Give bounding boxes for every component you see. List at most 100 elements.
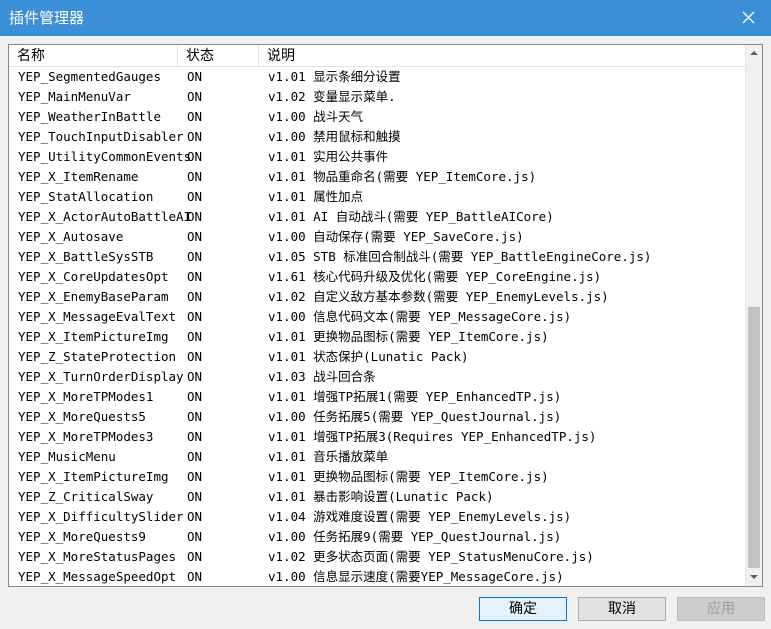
table-row[interactable]: YEP_X_EnemyBaseParam ON v1.02 自定义敌方基本参数(需要… [9, 287, 747, 307]
plugin-description: v1.00 信息显示速度(需要YEP_MessageCore.js) [268, 569, 564, 584]
plugin-name: YEP_X_MoreTPModes1 [18, 389, 154, 404]
table-row[interactable]: YEP_Z_CriticalSway ON v1.01 暴击影响设置(Lunatic… [9, 487, 747, 507]
plugin-status: ON [187, 509, 203, 524]
plugin-description: v1.01 增强TP拓展1(需要 YEP_EnhancedTP.js) [268, 389, 562, 404]
plugin-name: YEP_UtilityCommonEvents [18, 149, 192, 164]
plugin-status: ON [187, 529, 203, 544]
cancel-button[interactable]: 取消 [578, 597, 666, 621]
plugin-status: ON [187, 209, 203, 224]
scroll-up-button[interactable] [746, 45, 762, 62]
plugin-description: v1.00 任务拓展9(需要 YEP_QuestJournal.js) [268, 529, 562, 544]
plugin-name: YEP_X_EnemyBaseParam [18, 289, 169, 304]
plugin-status: ON [187, 329, 203, 344]
table-row[interactable]: YEP_WeatherInBattle ON v1.00 战斗天气 [9, 107, 747, 127]
plugin-name: YEP_WeatherInBattle [18, 109, 161, 124]
column-header-status[interactable]: 状态 [178, 45, 259, 67]
close-icon [742, 11, 755, 24]
plugin-name: YEP_X_MoreTPModes3 [18, 429, 154, 444]
plugin-name: YEP_X_ItemRename [18, 169, 139, 184]
plugin-status: ON [187, 389, 203, 404]
plugin-status: ON [187, 349, 203, 364]
plugin-name: YEP_X_MoreStatusPages [18, 549, 177, 564]
scroll-down-button[interactable] [746, 569, 762, 586]
plugin-status: ON [187, 489, 203, 504]
table-row[interactable]: YEP_UtilityCommonEvents ON v1.01 实用公共事件 [9, 147, 747, 167]
plugin-status: ON [187, 469, 203, 484]
plugin-description: v1.01 音乐播放菜单 [268, 449, 389, 464]
table-row[interactable]: YEP_X_MoreQuests5 ON v1.00 任务拓展5(需要 YEP_Qu… [9, 407, 747, 427]
plugin-status: ON [187, 549, 203, 564]
column-header-description[interactable]: 说明 [259, 45, 747, 67]
plugin-status: ON [187, 149, 203, 164]
table-row[interactable]: YEP_MusicMenu ON v1.01 音乐播放菜单 [9, 447, 747, 467]
scroll-up-arrow-icon [750, 51, 758, 55]
table-row[interactable]: YEP_Z_StateProtection ON v1.01 状态保护(Lunati… [9, 347, 747, 367]
ok-button[interactable]: 确定 [479, 597, 567, 621]
plugin-name: YEP_MainMenuVar [18, 89, 131, 104]
table-row[interactable]: YEP_X_Autosave ON v1.00 自动保存(需要 YEP_SaveCo… [9, 227, 747, 247]
title-bar: 插件管理器 [0, 0, 771, 36]
table-row[interactable]: YEP_X_CoreUpdatesOpt ON v1.61 核心代码升级及优化(需要… [9, 267, 747, 287]
plugin-name: YEP_X_MoreQuests9 [18, 529, 146, 544]
plugin-name: YEP_X_BattleSysSTB [18, 249, 154, 264]
table-row[interactable]: YEP_X_MoreTPModes1 ON v1.01 增强TP拓展1(需要 YEP… [9, 387, 747, 407]
table-row[interactable]: YEP_X_MessageEvalText ON v1.00 信息代码文本(需要 Y… [9, 307, 747, 327]
table-row[interactable]: YEP_X_MoreQuests9 ON v1.00 任务拓展9(需要 YEP_Qu… [9, 527, 747, 547]
plugin-description: v1.03 战斗回合条 [268, 369, 376, 384]
plugin-status: ON [187, 449, 203, 464]
list-header: 名称 状态 说明 [9, 45, 747, 67]
scrollbar-thumb[interactable] [748, 307, 760, 568]
plugin-name: YEP_StatAllocation [18, 189, 154, 204]
plugin-name: YEP_Z_CriticalSway [18, 489, 154, 504]
plugin-description: v1.00 战斗天气 [268, 109, 364, 124]
plugin-status: ON [187, 429, 203, 444]
plugin-name: YEP_X_ItemPictureImg [18, 469, 169, 484]
plugin-status: ON [187, 309, 203, 324]
plugin-name: YEP_Z_StateProtection [18, 349, 177, 364]
table-row[interactable]: YEP_X_ItemPictureImg ON v1.01 更换物品图标(需要 YE… [9, 467, 747, 487]
table-row[interactable]: YEP_X_DifficultySlider ON v1.04 游戏难度设置(需要 … [9, 507, 747, 527]
plugin-description: v1.02 更多状态页面(需要 YEP_StatusMenuCore.js) [268, 549, 594, 564]
close-button[interactable] [725, 0, 771, 36]
plugin-description: v1.02 自定义敌方基本参数(需要 YEP_EnemyLevels.js) [268, 289, 609, 304]
table-row[interactable]: YEP_X_TurnOrderDisplay ON v1.03 战斗回合条 [9, 367, 747, 387]
plugin-status: ON [187, 69, 203, 84]
table-row[interactable]: YEP_X_BattleSysSTB ON v1.05 STB 标准回合制战斗(需要… [9, 247, 747, 267]
plugin-status: ON [187, 129, 203, 144]
plugin-status: ON [187, 249, 203, 264]
plugin-name: YEP_X_MoreQuests5 [18, 409, 146, 424]
plugin-status: ON [187, 289, 203, 304]
table-row[interactable]: YEP_X_ItemRename ON v1.01 物品重命名(需要 YEP_Ite… [9, 167, 747, 187]
plugin-name: YEP_MusicMenu [18, 449, 116, 464]
apply-button[interactable]: 应用 [677, 597, 765, 621]
table-row[interactable]: YEP_X_MoreTPModes3 ON v1.01 增强TP拓展3(Requir… [9, 427, 747, 447]
plugin-description: v1.01 显示条细分设置 [268, 69, 401, 84]
plugin-description: v1.00 禁用鼠标和触摸 [268, 129, 401, 144]
plugin-description: v1.05 STB 标准回合制战斗(需要 YEP_BattleEngineCor… [268, 249, 652, 264]
plugin-name: YEP_X_MessageSpeedOpt [18, 569, 177, 584]
plugin-description: v1.00 任务拓展5(需要 YEP_QuestJournal.js) [268, 409, 562, 424]
plugin-description: v1.01 更换物品图标(需要 YEP_ItemCore.js) [268, 329, 549, 344]
table-row[interactable]: YEP_MainMenuVar ON v1.02 变量显示菜单. [9, 87, 747, 107]
plugin-list[interactable]: 名称 状态 说明 YEP_SegmentedGauges ON v1.01 显示条细… [8, 44, 763, 587]
table-row[interactable]: YEP_TouchInputDisabler ON v1.00 禁用鼠标和触摸 [9, 127, 747, 147]
table-row[interactable]: YEP_X_ActorAutoBattleAI ON v1.01 AI 自动战斗(需… [9, 207, 747, 227]
plugin-status: ON [187, 569, 203, 584]
column-header-name[interactable]: 名称 [9, 45, 178, 67]
table-row[interactable]: YEP_X_MessageSpeedOpt ON v1.00 信息显示速度(需要YE… [9, 567, 747, 586]
table-row[interactable]: YEP_X_ItemPictureImg ON v1.01 更换物品图标(需要 YE… [9, 327, 747, 347]
plugin-status: ON [187, 189, 203, 204]
plugin-status: ON [187, 229, 203, 244]
plugin-name: YEP_X_MessageEvalText [18, 309, 177, 324]
table-row[interactable]: YEP_SegmentedGauges ON v1.01 显示条细分设置 [9, 67, 747, 87]
plugin-name: YEP_X_DifficultySlider [18, 509, 184, 524]
plugin-name: YEP_X_CoreUpdatesOpt [18, 269, 169, 284]
plugin-description: v1.04 游戏难度设置(需要 YEP_EnemyLevels.js) [268, 509, 572, 524]
plugin-description: v1.01 物品重命名(需要 YEP_ItemCore.js) [268, 169, 537, 184]
plugin-description: v1.61 核心代码升级及优化(需要 YEP_CoreEngine.js) [268, 269, 602, 284]
plugin-status: ON [187, 89, 203, 104]
table-row[interactable]: YEP_X_MoreStatusPages ON v1.02 更多状态页面(需要 Y… [9, 547, 747, 567]
vertical-scrollbar[interactable] [745, 45, 762, 586]
table-row[interactable]: YEP_StatAllocation ON v1.01 属性加点 [9, 187, 747, 207]
plugin-name: YEP_X_ActorAutoBattleAI [18, 209, 192, 224]
